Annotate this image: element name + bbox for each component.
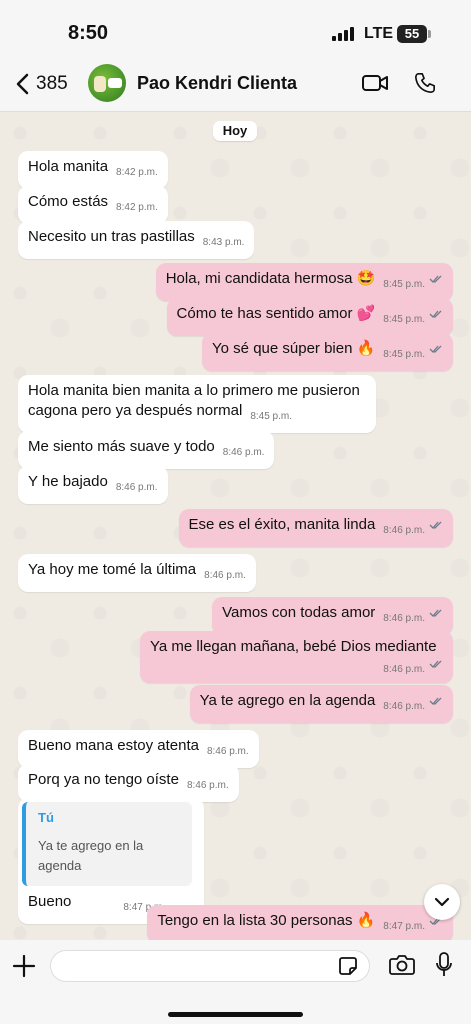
message-bubble[interactable]: Ya hoy me tomé la última 8:46 p.m. <box>18 554 256 592</box>
contact-avatar[interactable] <box>88 64 126 102</box>
message-bubble[interactable]: Hola, mi candidata hermosa 🤩 8:45 p.m. <box>155 263 453 301</box>
quoted-message[interactable]: Tú Ya te agrego en la agenda <box>22 802 192 886</box>
message-time: 8:46 p.m. <box>222 447 265 458</box>
read-ticks-icon <box>429 660 442 668</box>
battery-tip <box>428 30 431 38</box>
battery-icon: 55 <box>397 25 427 43</box>
quoted-author: Tú <box>38 810 54 825</box>
message-time: 8:46 p.m. <box>206 746 249 757</box>
message-bubble[interactable]: Cómo estás 8:42 p.m. <box>18 186 168 224</box>
message-time: 8:42 p.m. <box>116 202 158 213</box>
scroll-to-bottom-button[interactable] <box>424 884 460 920</box>
message-bubble[interactable]: Vamos con todas amor 8:46 p.m. <box>212 597 453 635</box>
message-text: Porq ya no tengo oíste <box>28 771 179 788</box>
date-chip: Hoy <box>213 121 257 141</box>
message-time: 8:45 p.m. <box>383 279 425 290</box>
status-bar: 8:50 LTE 55 <box>0 0 471 64</box>
message-bubble[interactable]: Ese es el éxito, manita linda 8:46 p.m. <box>178 509 453 547</box>
message-text: Bueno mana estoy atenta <box>28 737 199 754</box>
message-time: 8:47 p.m. <box>383 921 425 932</box>
chevron-down-icon <box>434 897 450 907</box>
message-time: 8:46 p.m. <box>115 482 158 493</box>
message-text: Hola, mi candidata hermosa 🤩 <box>165 270 376 287</box>
read-ticks-icon <box>429 697 442 705</box>
message-time: 8:46 p.m. <box>383 701 425 712</box>
input-bar <box>0 940 471 1024</box>
chat-header: 385 Pao Kendri Clienta <box>0 56 471 112</box>
message-bubble[interactable]: Ya me llegan mañana, bebé Dios mediante 8… <box>140 631 453 683</box>
message-time: 8:46 p.m. <box>383 613 425 624</box>
read-ticks-icon <box>429 609 442 617</box>
message-time: 8:45 p.m. <box>383 349 425 360</box>
message-bubble[interactable]: Ya te agrego en la agenda 8:46 p.m. <box>189 685 453 723</box>
message-text: Hola manita <box>28 158 109 175</box>
microphone-icon[interactable] <box>435 952 453 978</box>
message-time: 8:45 p.m. <box>383 314 425 325</box>
message-bubble[interactable]: Me siento más suave y todo 8:46 p.m. <box>18 431 275 469</box>
status-time: 8:50 <box>68 22 109 44</box>
read-ticks-icon <box>429 345 442 353</box>
message-text: Me siento más suave y todo <box>28 438 215 455</box>
message-bubble[interactable]: Yo sé que súper bien 🔥 8:45 p.m. <box>202 333 453 371</box>
message-text: Yo sé que súper bien 🔥 <box>212 340 376 357</box>
message-text: Vamos con todas amor <box>222 604 376 621</box>
message-bubble[interactable]: Hola manita bien manita a lo primero me … <box>18 375 376 433</box>
message-time: 8:46 p.m. <box>204 570 246 581</box>
camera-icon[interactable] <box>389 954 415 976</box>
message-text: Necesito un tras pastillas <box>28 228 195 245</box>
message-text: Hola manita bien manita a lo primero me … <box>28 382 360 419</box>
message-text: Ya te agrego en la agenda <box>199 692 376 709</box>
phone-call-icon[interactable] <box>414 72 436 94</box>
message-time: 8:46 p.m. <box>383 664 425 675</box>
message-text: Tengo en la lista 30 personas 🔥 <box>157 912 376 929</box>
message-bubble[interactable]: Tengo en la lista 30 personas 🔥 8:47 p.m. <box>147 905 453 943</box>
quoted-text: Ya te agrego en la agenda <box>38 838 144 873</box>
signal-icon <box>332 27 354 41</box>
message-text: Cómo te has sentido amor 💕 <box>176 305 376 322</box>
sticker-icon[interactable] <box>338 956 358 976</box>
message-bubble[interactable]: Y he bajado 8:46 p.m. <box>18 466 168 504</box>
message-text: Ese es el éxito, manita linda <box>188 516 376 533</box>
back-chevron-icon[interactable] <box>14 72 30 96</box>
read-ticks-icon <box>429 275 442 283</box>
video-call-icon[interactable] <box>362 74 388 92</box>
message-text: Bueno <box>28 893 72 910</box>
back-unread-count[interactable]: 385 <box>36 73 68 95</box>
network-label: LTE <box>364 25 394 42</box>
message-bubble[interactable]: Cómo te has sentido amor 💕 8:45 p.m. <box>166 298 453 336</box>
plus-icon[interactable] <box>12 954 36 978</box>
message-bubble[interactable]: Necesito un tras pastillas 8:43 p.m. <box>18 221 255 259</box>
message-input[interactable] <box>50 950 370 982</box>
contact-name[interactable]: Pao Kendri Clienta <box>137 73 297 94</box>
message-bubble[interactable]: Hola manita 8:42 p.m. <box>18 151 168 189</box>
message-bubble[interactable]: Bueno mana estoy atenta 8:46 p.m. <box>18 730 259 768</box>
message-bubble[interactable]: Porq ya no tengo oíste 8:46 p.m. <box>18 764 239 802</box>
home-indicator <box>168 1012 303 1017</box>
message-text: Y he bajado <box>28 473 108 490</box>
message-time: 8:45 p.m. <box>250 411 293 422</box>
message-time: 8:42 p.m. <box>116 167 158 178</box>
message-time: 8:43 p.m. <box>202 237 245 248</box>
message-text: Ya hoy me tomé la última <box>28 561 197 578</box>
message-time: 8:46 p.m. <box>186 780 229 791</box>
message-text: Ya me llegan mañana, bebé Dios mediante <box>150 638 437 655</box>
chat-area[interactable]: Hoy Hola manita 8:42 p.m. Cómo estás 8:42 … <box>0 113 471 943</box>
message-time: 8:46 p.m. <box>383 525 425 536</box>
read-ticks-icon <box>429 310 442 318</box>
read-ticks-icon <box>429 521 442 529</box>
message-text: Cómo estás <box>28 193 109 210</box>
